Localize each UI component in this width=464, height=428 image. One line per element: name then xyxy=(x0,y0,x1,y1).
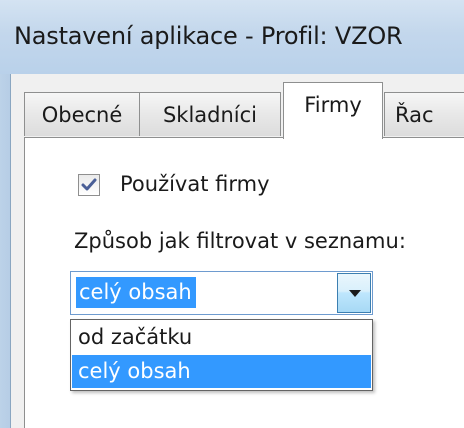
window-title: Nastavení aplikace - Profil: VZOR xyxy=(14,22,403,50)
combobox-selected-value: celý obsah xyxy=(76,277,196,308)
use-companies-checkbox[interactable] xyxy=(78,174,100,196)
tab-label: Firmy xyxy=(304,93,362,117)
use-companies-label[interactable]: Používat firmy xyxy=(120,172,270,196)
tab-label: Řac xyxy=(395,103,434,127)
filter-mode-label: Způsob jak filtrovat v seznamu: xyxy=(74,229,406,253)
title-bar[interactable]: Nastavení aplikace - Profil: VZOR xyxy=(0,0,464,74)
tab-firmy[interactable]: Firmy xyxy=(283,82,383,139)
dropdown-option-od-zacatku[interactable]: od začátku xyxy=(72,321,371,354)
filter-mode-combobox[interactable]: celý obsah xyxy=(70,271,373,315)
tab-label: Obecné xyxy=(41,103,123,127)
chevron-down-icon xyxy=(349,290,361,297)
combobox-dropdown-button[interactable] xyxy=(337,273,371,313)
settings-window: Nastavení aplikace - Profil: VZOR Obecné… xyxy=(0,0,464,428)
check-icon xyxy=(81,178,97,191)
tab-obecne[interactable]: Obecné xyxy=(24,92,140,136)
tab-skladnici[interactable]: Skladníci xyxy=(139,92,281,136)
tab-label: Skladníci xyxy=(162,103,258,127)
filter-mode-dropdown-list: od začátku celý obsah xyxy=(70,319,373,391)
tab-rady[interactable]: Řac xyxy=(384,92,464,136)
window-frame-left xyxy=(0,74,10,428)
dropdown-option-cely-obsah[interactable]: celý obsah xyxy=(72,355,371,388)
